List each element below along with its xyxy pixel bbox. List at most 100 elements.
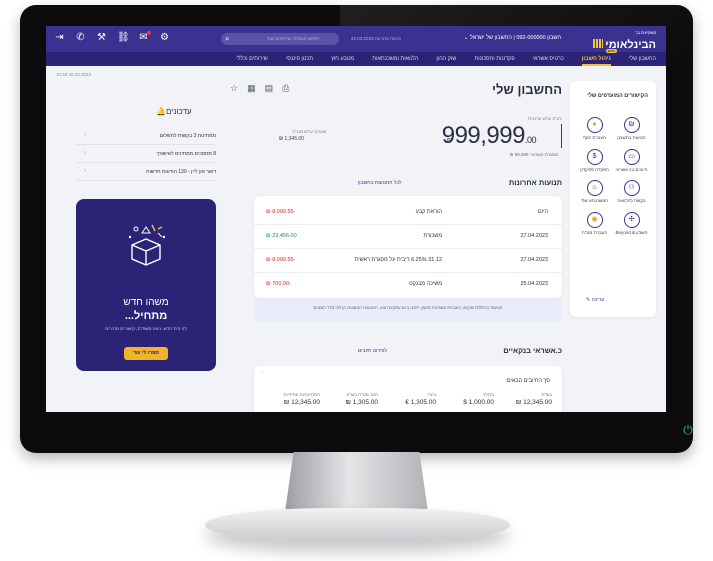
last-login: כניסה אחרונה 22.03.2023	[351, 36, 401, 41]
nav-credit-card[interactable]: כרטיס אשראי	[533, 56, 564, 62]
promo-text: דף בית חדש, ניווט משודרג, קישורים מהירים	[105, 326, 187, 331]
loan-icon: ⚇	[623, 180, 640, 196]
tx-description: 31.12 6.25% ריבית על מסגרת ראשית	[354, 257, 443, 263]
link-icon[interactable]: ⛓	[117, 32, 130, 43]
print-icon[interactable]: ⎙	[282, 83, 289, 94]
quick-action-beyond[interactable]: ✣ חשבון & Beyond	[613, 211, 650, 236]
update-item[interactable]: ממתינות 3 בקשות לתשלום ‹	[76, 128, 216, 145]
logo-tagline: משקיעים בך	[635, 30, 656, 35]
credit-col-value: 1,000.00 $	[463, 399, 494, 406]
search-icon: ⌕	[225, 34, 230, 43]
promo-subtitle: מתחיל...	[124, 310, 168, 322]
credit-col-value: 1,305.00 ₪	[345, 399, 378, 406]
quick-action-deposit[interactable]: $ הפקדה לפיקדון	[576, 148, 613, 173]
update-text: דואר און ליין - 130 הודעות חדשות	[146, 169, 216, 175]
nav-loans[interactable]: הלוואות ומשכנתאות	[372, 56, 418, 62]
date-time: 10:48 26.03.2023	[56, 72, 92, 77]
power-icon[interactable]: ⏻	[681, 423, 695, 437]
quick-action-loan-request[interactable]: ⚇ בקשה להלוואה	[613, 180, 650, 204]
nav-account-management[interactable]: ניהול חשבון חדש	[581, 49, 617, 66]
account-selector[interactable]: חשבון 092-000000 | החשבון של ישראל ⌄	[464, 35, 561, 41]
edit-favorites-link[interactable]: עריכה ✎	[586, 297, 604, 303]
nav-services[interactable]: שירותים וכללי	[236, 56, 268, 62]
chevron-left-icon: ‹	[84, 150, 86, 156]
mortgage-icon: ⌂	[586, 180, 603, 196]
update-text: 8 מסמכים ממתינים לאישורך	[156, 151, 216, 157]
tx-amount: -8,000.55 ₪	[266, 209, 296, 215]
tx-amount: -700.00 ₪	[266, 281, 291, 287]
phone-icon[interactable]: ✆	[75, 32, 86, 43]
quick-action-card-charges[interactable]: ▭ חיובים בכ.אשראי	[613, 148, 650, 173]
nav-financial-planning[interactable]: תכנון פיננסי	[286, 56, 313, 62]
credit-columns: בש"ח 12,345.00 ₪ בדולר 1,000.00 $ ביורו 1,3…	[262, 392, 552, 406]
quick-action-account-transactions[interactable]: ₪ תנועות בחשבון	[613, 117, 650, 141]
logout-icon[interactable]: ⇥	[54, 32, 65, 43]
tools-icon[interactable]: ⚒	[96, 32, 107, 43]
balance-decimals: .00	[524, 135, 537, 145]
star-icon[interactable]: ☆	[230, 83, 238, 94]
quick-action-label: חיובים בכ.אשראי	[615, 166, 648, 172]
tell-me-more-button[interactable]: ספרו לי עוד	[124, 347, 168, 360]
tx-amount: -8,000.55 ₪	[266, 257, 296, 263]
credit-col-label: בש"ח	[541, 392, 552, 397]
quick-action-fx-transfer[interactable]: ◉ העברת מט"ח	[576, 211, 613, 236]
credit-col-value: 1,305.00 €	[405, 399, 436, 406]
export-icon[interactable]: ▦	[247, 83, 256, 94]
balance-value: 999,999.00	[442, 122, 537, 150]
quick-action-mortgage[interactable]: ⌂ המשכנתא שלי	[576, 180, 613, 204]
quick-action-money-transfer[interactable]: ● העברת כסף	[576, 117, 613, 141]
quick-action-label: בקשה להלוואה	[617, 198, 646, 203]
update-item[interactable]: 8 מסמכים ממתינים לאישורך ‹	[76, 146, 216, 163]
gift-box-icon	[128, 224, 166, 266]
tx-date: 25.04.2023	[520, 281, 548, 287]
table-row[interactable]: 25.04.2023 משיכה מבנקט -700.00 ₪	[254, 272, 562, 296]
credit-col-value: 12,345.00 ₪	[283, 399, 320, 406]
settings-icon[interactable]: ⚙	[159, 32, 170, 43]
tx-description: הוראת קבע	[415, 209, 442, 215]
all-transactions-link[interactable]: לכל התנועות בחשבון	[358, 180, 402, 186]
search-input[interactable]: חיפוש פעולות, שירותים ועוד ⌕	[221, 33, 339, 45]
mail-icon[interactable]: ✉	[138, 31, 151, 43]
table-row[interactable]: 27.04.2023 משכורת 23,456.00 ₪	[254, 224, 562, 249]
page-title: החשבון שלי	[492, 82, 562, 97]
logo-mark-icon	[593, 39, 604, 49]
page-actions: ☆ ▦ ▤ ⎙	[230, 83, 289, 94]
fx-revaluation-label[interactable]: שערוך עו"ש מט"ח	[292, 129, 326, 134]
main-nav: החשבון שלי ניהול חשבון חדש כרטיס אשראי פק…	[46, 49, 666, 66]
nav-capital-market[interactable]: שוק ההון	[436, 56, 456, 62]
promo-banner: משהו חדש מתחיל... דף בית חדש, ניווט משוד…	[76, 199, 216, 371]
credit-col-label: ביורו	[427, 392, 436, 397]
quick-action-label: תנועות בחשבון	[617, 135, 646, 140]
balance-currency: ₪	[446, 138, 452, 144]
nav-foreign-currency[interactable]: מטבע חוץ	[331, 56, 354, 62]
tx-description: משיכה מבנקט	[409, 281, 442, 287]
table-row[interactable]: היום הוראת קבע -8,000.55 ₪	[254, 200, 562, 225]
recent-transactions-title: תנועות אחרונות	[508, 178, 562, 187]
shekel-icon: ₪	[623, 117, 640, 133]
credit-col-fx: חיוב מט"ח בש"ח 1,305.00 ₪	[320, 392, 378, 406]
transactions-note: תנועות הכוללות שיקים, העברות ומשיכות מזו…	[254, 300, 562, 322]
info-icon[interactable]: ◌	[260, 370, 264, 376]
quick-action-label: המשכנתא שלי	[580, 198, 609, 203]
nav-deposits[interactable]: פקדונות וחסכונות	[474, 56, 514, 62]
chevron-left-icon: ‹	[84, 168, 86, 174]
table-row[interactable]: 27.04.2023 31.12 6.25% ריבית על מסגרת רא…	[254, 248, 562, 273]
card-icon: ▭	[623, 148, 640, 165]
tx-amount: 23,456.00 ₪	[266, 233, 297, 239]
credit-col-usd: בדולר 1,000.00 $	[436, 392, 494, 406]
tx-description: משכורת	[423, 233, 442, 239]
update-text: ממתינות 3 בקשות לתשלום	[159, 133, 216, 139]
favorite-links-card: הקישורים המועדפים שלי ₪ תנועות בחשבון ● הע…	[570, 81, 656, 317]
next-charges-label: סך החיובים הבאים:	[505, 378, 550, 384]
search-placeholder: חיפוש פעולות, שירותים ועוד	[266, 36, 319, 41]
update-item[interactable]: דואר און ליין - 130 הודעות חדשות ‹	[76, 164, 216, 181]
monitor-stand-base	[205, 508, 510, 542]
charges-details-link[interactable]: לפירוט חיובים	[358, 348, 387, 354]
bell-icon: 🔔	[156, 107, 166, 116]
bank-logo[interactable]: משקיעים בך הבינלאומי	[593, 30, 656, 53]
save-icon[interactable]: ▤	[265, 83, 274, 94]
chevron-left-icon: ‹	[84, 132, 86, 138]
header-icons: ⇥ ✆ ⚒ ⛓ ✉ ⚙	[54, 31, 170, 43]
nav-my-account[interactable]: החשבון שלי	[629, 56, 656, 62]
credit-col-future: התחייבויות עתידיות 12,345.00 ₪	[262, 392, 320, 406]
